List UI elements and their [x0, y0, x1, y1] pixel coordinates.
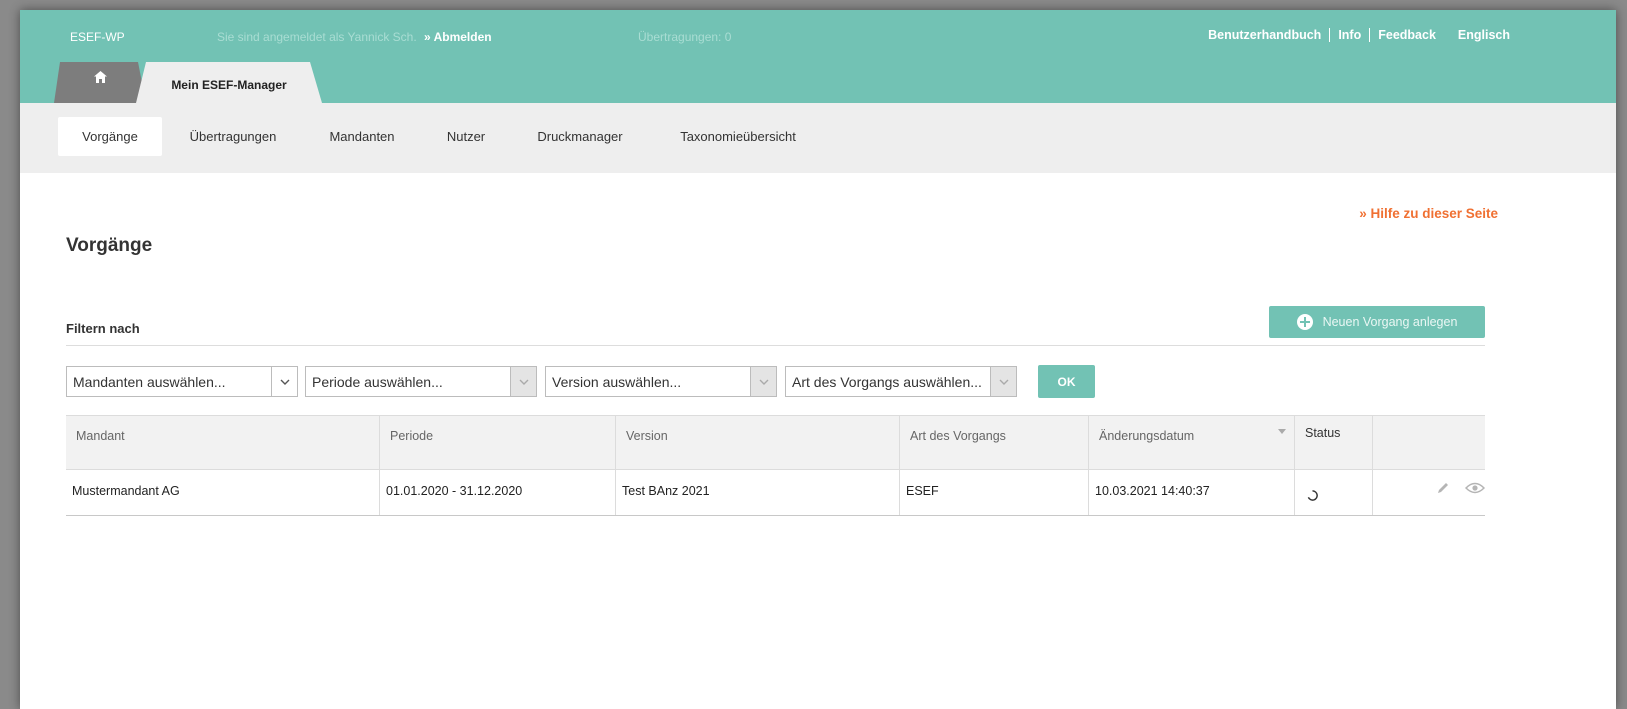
column-header-mandant[interactable]: Mandant: [66, 416, 379, 469]
process-type-select[interactable]: Art des Vorgangs auswählen...: [785, 366, 1017, 397]
top-links: Benutzerhandbuch Info Feedback Englisch: [1200, 28, 1510, 42]
cell-actions: [1372, 470, 1485, 515]
home-icon: [93, 70, 107, 83]
info-link[interactable]: Info: [1329, 28, 1369, 42]
user-manual-link[interactable]: Benutzerhandbuch: [1200, 28, 1329, 42]
column-header-periode[interactable]: Periode: [379, 416, 615, 469]
plus-circle-icon: [1296, 314, 1313, 330]
chevron-down-icon: [990, 367, 1016, 396]
feedback-link[interactable]: Feedback: [1369, 28, 1444, 42]
period-select[interactable]: Periode auswählen...: [305, 366, 537, 397]
tab-mein-esef-manager[interactable]: Mein ESEF-Manager: [136, 62, 322, 103]
cell-mandant: Mustermandant AG: [72, 484, 180, 498]
eye-icon[interactable]: [1465, 482, 1485, 494]
home-tab[interactable]: [54, 62, 146, 103]
column-header-version[interactable]: Version: [615, 416, 899, 469]
subnav-item-mandanten[interactable]: Mandanten: [314, 117, 410, 156]
period-select-value: Periode auswählen...: [312, 374, 443, 390]
process-type-select-value: Art des Vorgangs auswählen...: [792, 374, 982, 390]
app-name: ESEF-WP: [70, 30, 125, 44]
subnav-item-uebertragungen[interactable]: Übertragungen: [175, 117, 291, 156]
new-process-button[interactable]: Neuen Vorgang anlegen: [1269, 306, 1485, 338]
transfers-count: Übertragungen: 0: [638, 30, 732, 44]
subnav-item-nutzer[interactable]: Nutzer: [434, 117, 498, 156]
filter-title: Filtern nach: [66, 321, 140, 336]
chevron-down-icon: [510, 367, 536, 396]
table-header: Mandant Periode Version Art des Vorgangs…: [66, 415, 1485, 469]
column-header-actions: [1372, 416, 1485, 469]
client-select[interactable]: Mandanten auswählen...: [66, 366, 298, 397]
filter-divider: [66, 345, 1485, 346]
column-header-status[interactable]: Status: [1294, 416, 1372, 469]
column-header-aenderungsdatum-label: Änderungsdatum: [1099, 429, 1195, 443]
subnav-item-taxonomieuebersicht[interactable]: Taxonomieübersicht: [662, 117, 814, 156]
login-text: Sie sind angemeldet als Yannick Sch.: [217, 30, 417, 44]
loading-spinner-icon: [1307, 490, 1318, 501]
cell-aenderungsdatum: 10.03.2021 14:40:37: [1088, 470, 1294, 515]
subnav-item-druckmanager[interactable]: Druckmanager: [520, 117, 640, 156]
version-select-value: Version auswählen...: [552, 374, 682, 390]
header-top-row: ESEF-WP Sie sind angemeldet als Yannick …: [20, 28, 1616, 48]
language-link[interactable]: Englisch: [1450, 28, 1510, 42]
table-row[interactable]: Mustermandant AG 01.01.2020 - 31.12.2020…: [66, 469, 1485, 516]
row-actions: [1435, 480, 1485, 496]
pencil-icon[interactable]: [1435, 480, 1451, 496]
help-link[interactable]: » Hilfe zu dieser Seite: [1359, 206, 1498, 221]
cell-periode: 01.01.2020 - 31.12.2020: [379, 470, 615, 515]
filter-ok-button[interactable]: OK: [1038, 365, 1095, 398]
version-select[interactable]: Version auswählen...: [545, 366, 777, 397]
page-title: Vorgänge: [66, 235, 153, 256]
cell-art: ESEF: [899, 470, 1088, 515]
new-process-label: Neuen Vorgang anlegen: [1322, 315, 1458, 329]
chevron-down-icon: [271, 367, 297, 396]
cell-status: [1294, 470, 1372, 515]
column-header-aenderungsdatum[interactable]: Änderungsdatum: [1088, 416, 1294, 469]
app-header: ESEF-WP Sie sind angemeldet als Yannick …: [20, 10, 1616, 103]
logout-link[interactable]: » Abmelden: [424, 30, 492, 44]
chevron-down-icon: [750, 367, 776, 396]
client-select-value: Mandanten auswählen...: [73, 374, 226, 390]
subnav-item-vorgaenge[interactable]: Vorgänge: [58, 117, 162, 156]
cell-version: Test BAnz 2021: [615, 470, 899, 515]
login-info: Sie sind angemeldet als Yannick Sch. » A…: [217, 30, 492, 44]
process-table: Mandant Periode Version Art des Vorgangs…: [66, 415, 1485, 516]
browser-window: ESEF-WP Sie sind angemeldet als Yannick …: [20, 10, 1616, 709]
column-header-art[interactable]: Art des Vorgangs: [899, 416, 1088, 469]
sub-navigation: Vorgänge Übertragungen Mandanten Nutzer …: [20, 103, 1616, 173]
sort-desc-icon: [1278, 429, 1286, 434]
